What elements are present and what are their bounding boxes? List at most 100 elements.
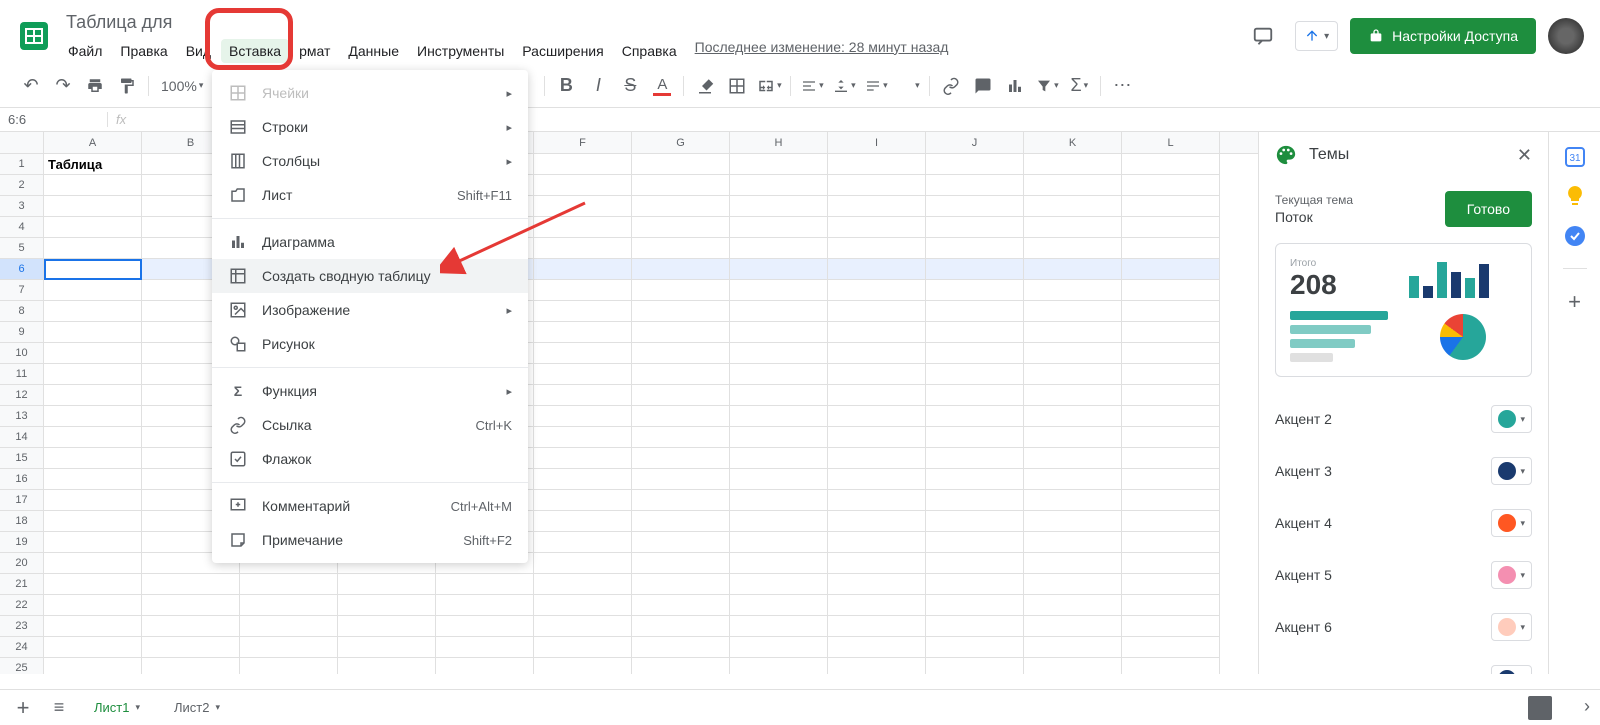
row-header[interactable]: 4 xyxy=(0,217,44,238)
cell[interactable] xyxy=(44,469,142,490)
dd-rows[interactable]: Строки▸ xyxy=(212,110,528,144)
cell[interactable] xyxy=(730,175,828,196)
explore-button[interactable] xyxy=(1528,696,1552,720)
last-modified[interactable]: Последнее изменение: 28 минут назад xyxy=(695,39,949,63)
cell[interactable] xyxy=(534,343,632,364)
cell[interactable] xyxy=(534,406,632,427)
grid-row[interactable]: 22 xyxy=(0,595,1258,616)
cell[interactable] xyxy=(1024,196,1122,217)
cell[interactable] xyxy=(828,469,926,490)
grid-row[interactable]: 9 xyxy=(0,322,1258,343)
row-header[interactable]: 13 xyxy=(0,406,44,427)
menu-file[interactable]: Файл xyxy=(60,39,110,63)
functions-button[interactable]: Σ xyxy=(1064,71,1094,101)
cell[interactable] xyxy=(730,301,828,322)
cell[interactable] xyxy=(730,637,828,658)
cell[interactable] xyxy=(730,490,828,511)
cell[interactable] xyxy=(1024,553,1122,574)
cell[interactable] xyxy=(44,448,142,469)
col-header[interactable]: K xyxy=(1024,132,1122,153)
grid-row[interactable]: 11 xyxy=(0,364,1258,385)
cell[interactable] xyxy=(436,637,534,658)
link-button[interactable] xyxy=(936,71,966,101)
cell[interactable] xyxy=(632,406,730,427)
cell[interactable] xyxy=(828,448,926,469)
cell[interactable] xyxy=(926,553,1024,574)
cell[interactable] xyxy=(436,616,534,637)
dd-columns[interactable]: Столбцы▸ xyxy=(212,144,528,178)
theme-preview[interactable]: Итого 208 xyxy=(1275,243,1532,377)
cell[interactable] xyxy=(632,364,730,385)
cell[interactable] xyxy=(828,595,926,616)
cell[interactable] xyxy=(632,595,730,616)
cell[interactable] xyxy=(632,154,730,175)
cell[interactable] xyxy=(1122,616,1220,637)
halign-button[interactable] xyxy=(797,71,827,101)
cell[interactable] xyxy=(1024,175,1122,196)
cell[interactable] xyxy=(926,154,1024,175)
redo-button[interactable]: ↷ xyxy=(48,71,78,101)
cell[interactable] xyxy=(44,574,142,595)
cell[interactable] xyxy=(338,616,436,637)
cell[interactable] xyxy=(534,259,632,280)
menu-tools[interactable]: Инструменты xyxy=(409,39,512,63)
cell[interactable] xyxy=(44,427,142,448)
row-header[interactable]: 15 xyxy=(0,448,44,469)
cell[interactable] xyxy=(828,532,926,553)
col-header[interactable]: J xyxy=(926,132,1024,153)
grid-row[interactable]: 4 xyxy=(0,217,1258,238)
select-all-corner[interactable] xyxy=(0,132,44,153)
cell[interactable] xyxy=(534,532,632,553)
dd-note[interactable]: ПримечаниеShift+F2 xyxy=(212,523,528,557)
row-header[interactable]: 22 xyxy=(0,595,44,616)
cell[interactable] xyxy=(1122,385,1220,406)
row-header[interactable]: 6 xyxy=(0,259,44,280)
cell[interactable] xyxy=(730,427,828,448)
cell[interactable] xyxy=(730,532,828,553)
add-addon-icon[interactable]: + xyxy=(1568,289,1581,315)
cell[interactable] xyxy=(534,427,632,448)
cell[interactable] xyxy=(1024,406,1122,427)
grid-row[interactable]: 14 xyxy=(0,427,1258,448)
col-header[interactable]: A xyxy=(44,132,142,153)
cell[interactable] xyxy=(1122,217,1220,238)
cell[interactable] xyxy=(534,490,632,511)
cell[interactable] xyxy=(926,322,1024,343)
cell[interactable] xyxy=(926,658,1024,674)
cell[interactable] xyxy=(534,637,632,658)
grid-row[interactable]: 18 xyxy=(0,511,1258,532)
cell[interactable] xyxy=(338,658,436,674)
cell[interactable]: Таблица xyxy=(44,154,142,175)
cell[interactable] xyxy=(338,574,436,595)
row-header[interactable]: 12 xyxy=(0,385,44,406)
cell[interactable] xyxy=(632,259,730,280)
cell[interactable] xyxy=(828,574,926,595)
cell[interactable] xyxy=(828,301,926,322)
cell[interactable] xyxy=(44,595,142,616)
cell[interactable] xyxy=(926,406,1024,427)
dd-link[interactable]: СсылкаCtrl+K xyxy=(212,408,528,442)
accent-color-picker[interactable] xyxy=(1491,665,1532,674)
cell[interactable] xyxy=(44,322,142,343)
cell[interactable] xyxy=(240,616,338,637)
menu-help[interactable]: Справка xyxy=(614,39,685,63)
menu-data[interactable]: Данные xyxy=(340,39,407,63)
cell[interactable] xyxy=(828,364,926,385)
cell[interactable] xyxy=(730,511,828,532)
row-header[interactable]: 2 xyxy=(0,175,44,196)
cell[interactable] xyxy=(1122,280,1220,301)
cell[interactable] xyxy=(44,406,142,427)
row-header[interactable]: 5 xyxy=(0,238,44,259)
sheet-tab-2[interactable]: Лист2▾ xyxy=(160,694,234,721)
cell[interactable] xyxy=(1024,280,1122,301)
cell[interactable] xyxy=(926,280,1024,301)
merge-button[interactable] xyxy=(754,71,784,101)
row-header[interactable]: 1 xyxy=(0,154,44,175)
paint-format-button[interactable] xyxy=(112,71,142,101)
cell[interactable] xyxy=(730,553,828,574)
cell[interactable] xyxy=(534,595,632,616)
menu-insert[interactable]: Вставка xyxy=(221,39,289,63)
cell[interactable] xyxy=(926,343,1024,364)
cell[interactable] xyxy=(1122,322,1220,343)
cell[interactable] xyxy=(632,532,730,553)
